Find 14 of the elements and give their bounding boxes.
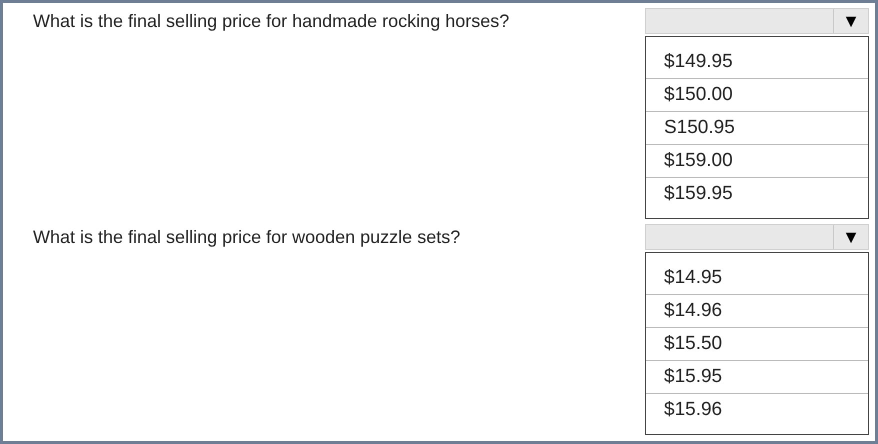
dropdown-option[interactable]: $14.96 [646, 295, 868, 328]
dropdown-option[interactable]: $150.00 [646, 79, 868, 112]
dropdown-option[interactable]: $14.95 [646, 253, 868, 295]
dropdown-option[interactable]: $15.50 [646, 328, 868, 361]
question-text: What is the final selling price for handmade rocking horses? [33, 10, 510, 32]
dropdown-option[interactable]: $15.96 [646, 394, 868, 426]
dropdown-option[interactable]: $149.95 [646, 37, 868, 79]
dropdown-option[interactable]: $15.95 [646, 361, 868, 394]
dropdown-option[interactable]: $159.00 [646, 145, 868, 178]
answer-dropdown[interactable]: ▼ [645, 8, 869, 34]
answer-dropdown[interactable]: ▼ [645, 224, 869, 250]
question-text: What is the final selling price for wooden puzzle sets? [33, 226, 460, 248]
dropdown-option[interactable]: $159.95 [646, 178, 868, 210]
dropdown-option[interactable]: S150.95 [646, 112, 868, 145]
